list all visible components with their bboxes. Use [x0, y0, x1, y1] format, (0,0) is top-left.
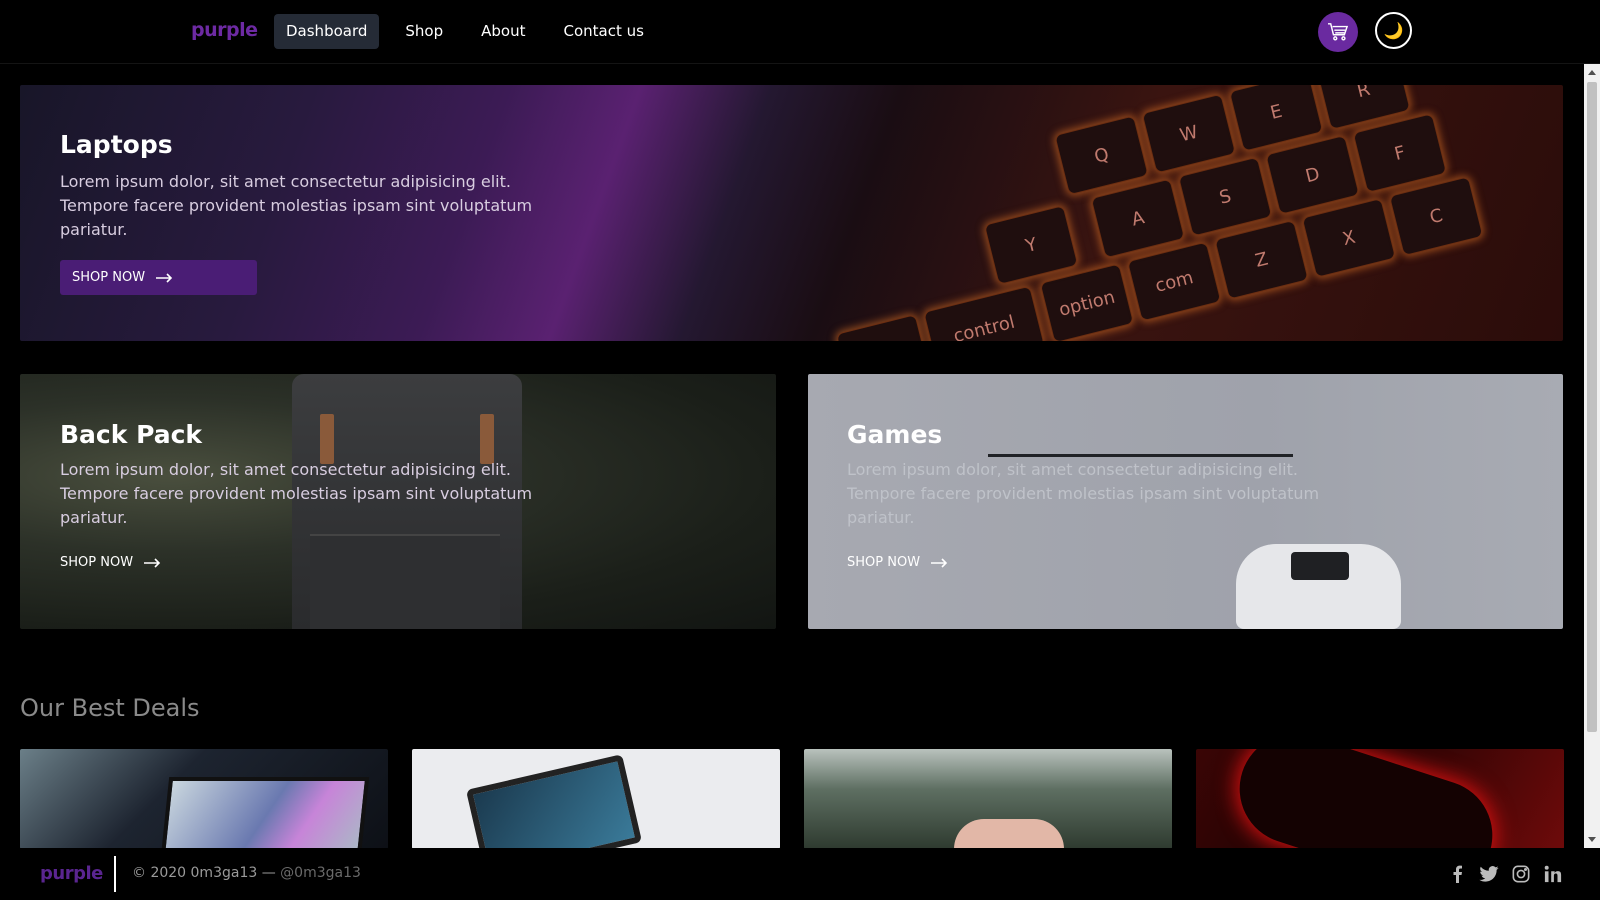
deal-card[interactable] — [412, 749, 780, 849]
key: S — [1177, 156, 1273, 237]
deal-card[interactable] — [20, 749, 388, 849]
shop-now-label: SHOP NOW — [60, 555, 134, 570]
deal-image — [465, 754, 643, 849]
nav-about[interactable]: About — [469, 14, 537, 49]
bag-strap — [320, 414, 334, 464]
key: Z — [1214, 219, 1309, 300]
key: X — [1301, 197, 1397, 278]
shop-now-button[interactable]: SHOP NOW — [847, 555, 948, 570]
cart-button[interactable] — [1318, 12, 1358, 52]
shop-now-button[interactable]: SHOP NOW — [60, 260, 257, 295]
footer: purple © 2020 0m3ga13 — @0m3ga13 — [0, 848, 1590, 900]
key: control — [923, 285, 1045, 341]
cart-icon — [1328, 23, 1349, 41]
key: Y — [983, 205, 1079, 286]
deal-card[interactable] — [1196, 749, 1564, 849]
scroll-up-arrow[interactable] — [1588, 70, 1596, 75]
bag-strap — [480, 414, 494, 464]
brand-logo[interactable]: purple — [191, 19, 258, 41]
copyright-text: © 2020 0m3ga13 — — [132, 865, 276, 881]
nav-shop[interactable]: Shop — [393, 14, 455, 49]
key: D — [1265, 134, 1360, 215]
banner-description: Lorem ipsum dolor, sit amet consectetur … — [60, 460, 533, 527]
scroll-thumb[interactable] — [1587, 82, 1597, 732]
controller-image — [1236, 544, 1401, 629]
deal-image — [160, 777, 370, 849]
key: option — [1039, 263, 1135, 341]
key: F — [1352, 113, 1448, 194]
footer-logo[interactable]: purple — [40, 863, 103, 884]
key: W — [1141, 93, 1237, 174]
twitter-icon[interactable] — [1479, 864, 1499, 884]
banner-laptops: fn control option com Q W E R A S D F Z … — [20, 85, 1563, 341]
key: Q — [1054, 115, 1149, 196]
arrow-right-icon — [931, 557, 948, 568]
deal-image — [1225, 749, 1507, 849]
key: A — [1090, 178, 1186, 259]
main-nav: Dashboard Shop About Contact us — [274, 14, 656, 49]
shop-now-label: SHOP NOW — [847, 555, 921, 570]
key: fn — [835, 314, 931, 341]
shop-now-button[interactable]: SHOP NOW — [60, 555, 161, 570]
nav-dashboard[interactable]: Dashboard — [274, 14, 380, 49]
key: E — [1228, 85, 1324, 152]
linkedin-icon[interactable] — [1543, 864, 1563, 884]
banner-description: Lorem ipsum dolor, sit amet consectetur … — [60, 172, 533, 239]
deal-card[interactable] — [804, 749, 1172, 849]
key: C — [1388, 176, 1484, 257]
bag-pocket — [310, 534, 500, 629]
top-navbar: purple Dashboard Shop About Contact us 🌙 — [0, 0, 1600, 64]
deal-image — [954, 819, 1064, 849]
banner-games: Games Lorem ipsum dolor, sit amet consec… — [808, 374, 1563, 629]
social-links — [1447, 864, 1563, 884]
banner-title: Games — [847, 420, 943, 449]
nav-contact[interactable]: Contact us — [551, 14, 655, 49]
moon-icon: 🌙 — [1383, 21, 1404, 40]
scroll-down-arrow[interactable] — [1588, 837, 1596, 842]
arrow-right-icon — [156, 272, 173, 283]
theme-toggle-button[interactable]: 🌙 — [1375, 12, 1412, 49]
best-deals-heading: Our Best Deals — [20, 694, 200, 722]
banner-backpack: Back Pack Lorem ipsum dolor, sit amet co… — [20, 374, 776, 629]
console-image — [988, 454, 1293, 457]
footer-divider — [114, 856, 116, 892]
facebook-icon[interactable] — [1447, 864, 1467, 884]
footer-copyright: © 2020 0m3ga13 — @0m3ga13 — [132, 865, 361, 881]
banner-title: Laptops — [60, 130, 173, 159]
arrow-right-icon — [144, 557, 161, 568]
shop-now-label: SHOP NOW — [72, 270, 146, 285]
footer-handle[interactable]: @0m3ga13 — [280, 865, 361, 881]
banner-description: Lorem ipsum dolor, sit amet consectetur … — [847, 460, 1320, 527]
keyboard-image: fn control option com Q W E R A S D F Z … — [749, 85, 1563, 341]
page-scrollbar[interactable] — [1584, 64, 1600, 848]
key: com — [1126, 241, 1222, 322]
banner-title: Back Pack — [60, 420, 203, 449]
instagram-icon[interactable] — [1511, 864, 1531, 884]
